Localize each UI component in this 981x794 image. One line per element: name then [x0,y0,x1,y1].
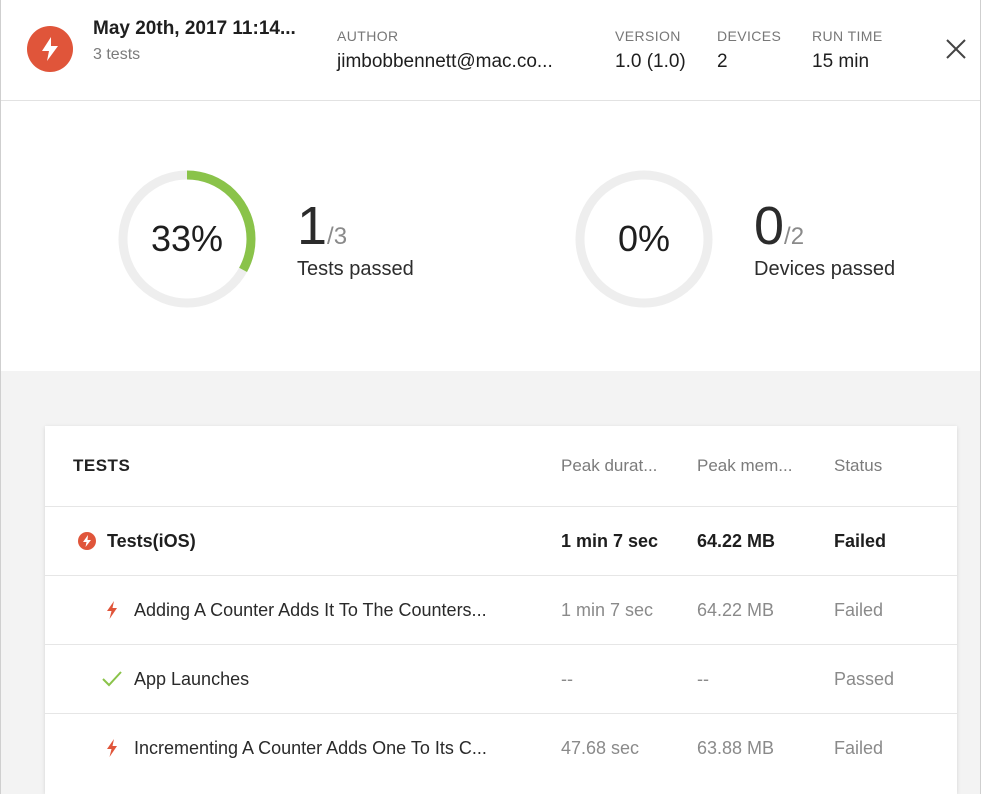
checkmark-icon [101,670,123,693]
test-row[interactable]: Adding A Counter Adds It To The Counters… [45,576,957,645]
devices-value: 2 [717,51,728,72]
status-column-header[interactable]: Status [834,426,882,506]
devices-percent: 0% [617,218,671,259]
tests-passed-caption: Tests passed [297,258,414,280]
test-run-panel: May 20th, 2017 11:14... 3 tests AUTHOR j… [0,0,981,794]
version-label: VERSION [615,28,681,44]
test-group-status: Failed [834,531,887,551]
test-duration: 1 min 7 sec [561,600,654,620]
tests-total: /3 [327,223,348,250]
runtime-value: 15 min [812,51,870,72]
test-duration: -- [561,669,573,689]
tests-area: TESTS Peak durat... Peak mem... Status T… [1,371,980,794]
tests-table: TESTS Peak durat... Peak mem... Status T… [45,426,957,794]
test-name: Incrementing A Counter Adds One To Its C… [134,738,487,758]
run-test-count: 3 tests [93,46,141,63]
test-status: Passed [834,669,895,689]
devices-passed-stat: 0/2 Devices passed [754,199,896,281]
test-name: App Launches [134,669,250,689]
duration-column-header[interactable]: Peak durat... [561,426,657,506]
tests-progress-ring: 33% [117,169,257,309]
test-status: Failed [834,600,884,620]
test-row[interactable]: Incrementing A Counter Adds One To Its C… [45,714,957,782]
failed-circle-icon [78,532,96,555]
devices-meta: DEVICES 2 [717,28,781,73]
devices-progress-ring: 0% [574,169,714,309]
runtime-label: RUN TIME [812,28,883,44]
lightning-icon [105,600,119,625]
devices-passed-count: 0 [754,196,785,256]
memory-column-header[interactable]: Peak mem... [697,426,792,506]
version-meta: VERSION 1.0 (1.0) [615,28,686,73]
close-icon[interactable] [941,34,971,64]
test-name: Adding A Counter Adds It To The Counters… [134,600,487,620]
devices-passed-caption: Devices passed [754,258,896,280]
test-group-memory: 64.22 MB [697,531,776,551]
test-duration: 47.68 sec [561,738,640,758]
tests-passed-stat: 1/3 Tests passed [297,199,414,281]
run-title: May 20th, 2017 11:14... [93,18,296,39]
devices-total: /2 [784,223,805,250]
tests-passed-count: 1 [297,196,328,256]
test-status: Failed [834,738,884,758]
test-memory: 63.88 MB [697,738,775,758]
test-group-name: Tests(iOS) [107,531,196,551]
tests-percent: 33% [150,218,224,259]
run-summary: 33% 1/3 Tests passed 0% 0/2 Devices pass… [1,101,980,372]
author-label: AUTHOR [337,28,399,44]
version-value: 1.0 (1.0) [615,51,686,72]
devices-label: DEVICES [717,28,782,44]
test-row[interactable]: App Launches -- -- Passed [45,645,957,714]
tests-table-header: TESTS Peak durat... Peak mem... Status [45,426,957,507]
test-group-duration: 1 min 7 sec [561,531,659,551]
failed-run-icon [27,26,73,72]
test-memory: -- [697,669,709,689]
author-value: jimbobbennett@mac.co... [337,51,553,72]
run-header: May 20th, 2017 11:14... 3 tests AUTHOR j… [1,0,980,101]
author-meta: AUTHOR jimbobbennett@mac.co... [337,28,553,73]
runtime-meta: RUN TIME 15 min [812,28,883,73]
lightning-icon [105,738,119,763]
tests-column-header: TESTS [73,456,131,475]
test-group-row[interactable]: Tests(iOS) 1 min 7 sec 64.22 MB Failed [45,507,957,576]
test-memory: 64.22 MB [697,600,775,620]
